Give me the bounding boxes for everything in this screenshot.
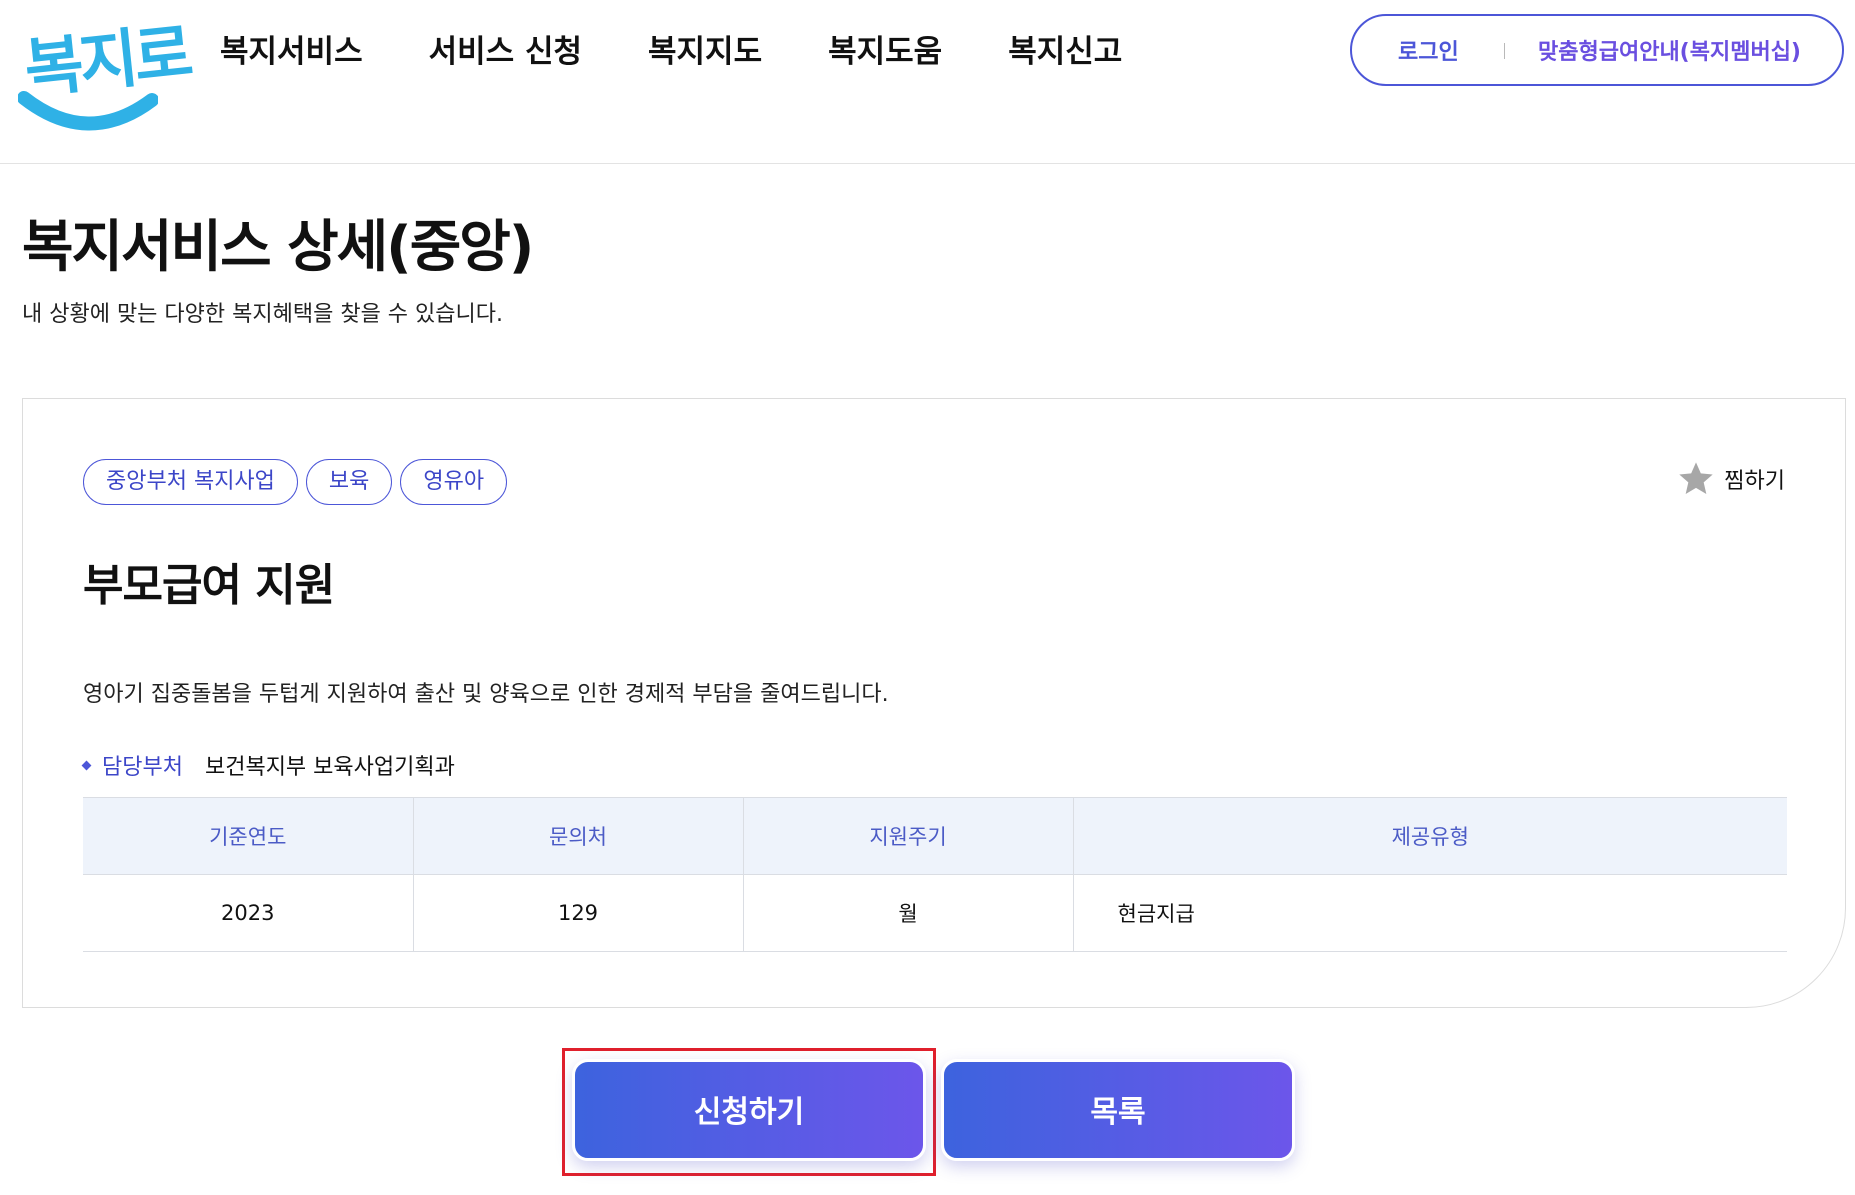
cell-support-cycle: 월: [743, 874, 1074, 952]
cell-provision-type: 현금지급: [1073, 874, 1787, 952]
favorite-label: 찜하기: [1724, 469, 1785, 494]
service-description: 영아기 집중돌봄을 두텁게 지원하여 출산 및 양육으로 인한 경제적 부담을 …: [83, 682, 889, 707]
department-value: 보건복지부 보육사업기획과: [204, 755, 455, 780]
cell-contact: 129: [413, 874, 744, 952]
favorite-button[interactable]: 찜하기: [1676, 459, 1785, 499]
divider: [1504, 43, 1505, 59]
cell-base-year: 2023: [83, 874, 414, 952]
logo-smile-icon: [18, 91, 158, 131]
nav-service-apply[interactable]: 서비스 신청: [429, 28, 582, 76]
nav-welfare-service[interactable]: 복지서비스: [220, 28, 363, 76]
nav-welfare-map[interactable]: 복지지도: [648, 28, 762, 76]
service-detail-card: 중앙부처 복지사업 보육 영유아 찜하기 부모급여 지원 영아기 집중돌봄을 두…: [22, 398, 1846, 1008]
membership-link[interactable]: 맞춤형급여안내(복지멤버십): [1538, 34, 1801, 66]
star-icon: [1679, 462, 1713, 494]
page-description: 내 상황에 맞는 다양한 복지혜택을 찾을 수 있습니다.: [22, 302, 503, 327]
user-menu: 로그인 맞춤형급여안내(복지멤버십): [1350, 14, 1844, 86]
tag-infant: 영유아: [400, 459, 508, 505]
list-button[interactable]: 목록: [941, 1059, 1295, 1161]
tag-childcare: 보육: [305, 459, 393, 505]
service-title: 부모급여 지원: [83, 560, 335, 611]
nav-welfare-help[interactable]: 복지도움: [828, 28, 942, 76]
table-header-row: 기준연도 문의처 지원주기 제공유형: [83, 797, 1787, 875]
header-support-cycle: 지원주기: [743, 797, 1074, 875]
site-logo[interactable]: 복지로: [18, 8, 193, 138]
main-nav: 복지서비스 서비스 신청 복지지도 복지도움 복지신고: [220, 28, 1188, 76]
department-label: 담당부처: [102, 755, 183, 780]
bullet-icon: [81, 760, 92, 770]
site-header: 복지로 복지서비스 서비스 신청 복지지도 복지도움 복지신고 로그인 맞춤형급…: [0, 0, 1855, 164]
tag-central-ministry: 중앙부처 복지사업: [83, 459, 298, 505]
header-provision-type: 제공유형: [1073, 797, 1787, 875]
header-contact: 문의처: [413, 797, 744, 875]
service-info-table: 기준연도 문의처 지원주기 제공유형 2023 129 월 현금지급: [83, 797, 1787, 952]
page-title: 복지서비스 상세(중앙): [22, 215, 534, 280]
table-row: 2023 129 월 현금지급: [83, 874, 1787, 952]
login-link[interactable]: 로그인: [1398, 34, 1459, 66]
department-row: 담당부처 보건복지부 보육사업기획과: [81, 749, 455, 781]
header-base-year: 기준연도: [83, 797, 414, 875]
nav-welfare-report[interactable]: 복지신고: [1008, 28, 1122, 76]
service-tags: 중앙부처 복지사업 보육 영유아: [83, 459, 515, 505]
apply-button[interactable]: 신청하기: [572, 1059, 926, 1161]
